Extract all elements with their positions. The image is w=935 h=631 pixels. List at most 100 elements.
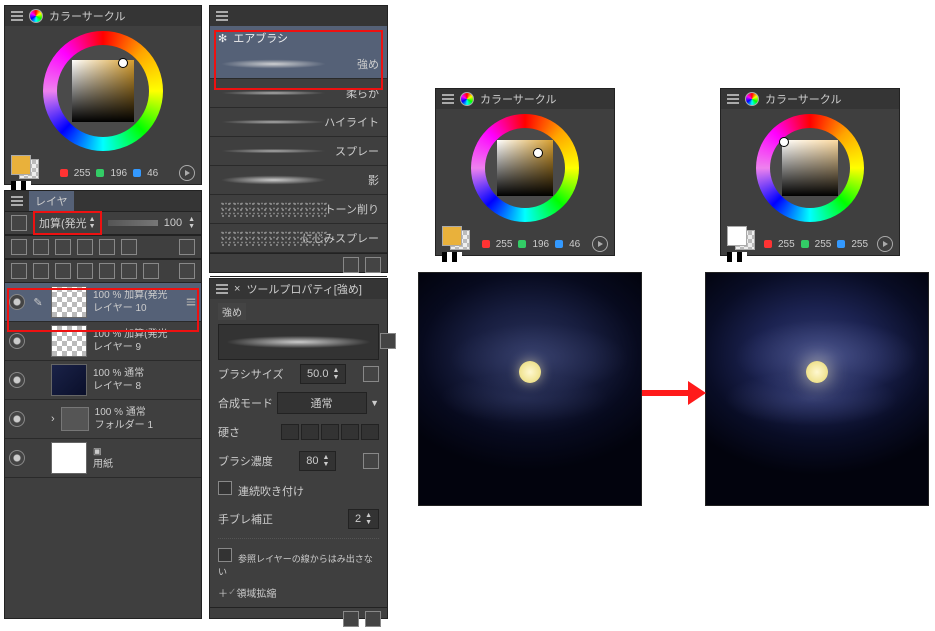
trash-icon[interactable] [179, 263, 195, 279]
prop-spray[interactable]: 連続吹き付け [210, 476, 387, 505]
opacity-slider[interactable] [108, 220, 158, 226]
checkbox[interactable] [218, 481, 232, 495]
visibility-icon[interactable] [9, 411, 25, 427]
preview-row: 強め [210, 299, 387, 324]
brush-label: スプレー [335, 143, 379, 159]
hue-wheel[interactable] [756, 114, 864, 222]
link-icon[interactable] [363, 453, 379, 469]
visibility-icon[interactable] [9, 450, 25, 466]
prop-label: ブラシサイズ [218, 366, 283, 382]
color-circle-icon [29, 9, 43, 23]
visibility-icon[interactable] [9, 372, 25, 388]
tool-icon[interactable] [99, 239, 115, 255]
play-icon[interactable] [179, 165, 195, 181]
menu-icon[interactable] [216, 284, 228, 294]
layer-thumb[interactable] [51, 442, 87, 474]
sv-square[interactable] [497, 140, 553, 196]
link-icon[interactable] [363, 366, 379, 382]
play-icon[interactable] [592, 236, 608, 252]
tool-icon[interactable] [55, 263, 71, 279]
checkbox[interactable] [218, 548, 232, 562]
brush-item-tone[interactable]: トーン削り [210, 195, 387, 224]
prop-area[interactable]: ＋ ✓ 領域拡縮 [210, 578, 387, 607]
new-layer-icon[interactable] [11, 263, 27, 279]
new-brush-icon[interactable] [343, 257, 359, 273]
prop-label: 参照レイヤーの線からはみ出さない [218, 554, 373, 577]
chevron-down-icon[interactable]: ▼ [370, 398, 379, 408]
sv-picker-icon[interactable] [118, 58, 128, 68]
layer-row[interactable]: › 100 % 通常フォルダー 1 [5, 400, 201, 439]
tool-icon[interactable] [55, 239, 71, 255]
tool-icon[interactable] [33, 239, 49, 255]
brush-label: トーン削り [325, 201, 379, 217]
panel-title: ツールプロパティ[強め] [246, 281, 361, 297]
hue-wheel[interactable] [471, 114, 579, 222]
blend-dropdown[interactable]: 通常 [277, 392, 367, 414]
layer-row[interactable]: ▣用紙 [5, 439, 201, 478]
brush-item-spray[interactable]: スプレー [210, 137, 387, 166]
layer-text: 100 % 通常レイヤー 8 [93, 367, 197, 393]
swatch-pair[interactable] [442, 226, 470, 250]
checker-strip [442, 252, 462, 262]
sv-picker-icon[interactable] [779, 137, 789, 147]
menu-brush-icon[interactable] [365, 257, 381, 273]
layers-tab[interactable]: レイヤ [29, 191, 74, 211]
panel-color-circle-2: カラーサークル 255 196 46 [435, 88, 615, 256]
mask-icon[interactable] [121, 263, 137, 279]
prop-label: 領域拡縮 [236, 585, 379, 600]
menu-icon[interactable] [11, 11, 23, 21]
prop-ref[interactable]: 参照レイヤーの線からはみ出さない [210, 549, 387, 578]
tool-icon[interactable] [179, 239, 195, 255]
density-input[interactable]: 80▲▼ [299, 451, 336, 471]
highlight-box [7, 288, 199, 332]
chevron-right-icon[interactable]: › [51, 413, 55, 425]
highlight-box [214, 30, 383, 90]
sv-square[interactable] [782, 140, 838, 196]
panel-title: カラーサークル [49, 8, 125, 24]
menu-icon[interactable] [442, 94, 454, 104]
blend-dropdown[interactable]: 加算(発光 ▲▼ [33, 211, 102, 235]
prop-label: 硬さ [218, 424, 240, 440]
panel-header: カラーサークル [721, 89, 899, 109]
visibility-icon[interactable] [9, 333, 25, 349]
reset-icon[interactable] [343, 611, 359, 627]
stabilize-input[interactable]: 2▲▼ [348, 509, 379, 529]
folder-icon[interactable] [61, 407, 89, 431]
menu-icon[interactable] [727, 94, 739, 104]
brush-item-shade[interactable]: 影 [210, 166, 387, 195]
sv-square[interactable] [72, 60, 134, 122]
brush-item-highlight[interactable]: ハイライト [210, 108, 387, 137]
brush-size-input[interactable]: 50.0▲▼ [300, 364, 346, 384]
sv-picker-icon[interactable] [533, 148, 543, 158]
tool-icon[interactable] [77, 239, 93, 255]
prop-brush-size: ブラシサイズ 50.0▲▼ [210, 360, 387, 389]
layer-row[interactable]: 100 % 通常レイヤー 8 [5, 361, 201, 400]
menu-icon[interactable] [216, 11, 228, 21]
tool-icon[interactable] [77, 263, 93, 279]
menu-icon[interactable] [11, 196, 23, 206]
wrench-icon[interactable] [365, 611, 381, 627]
color-circle-icon [460, 92, 474, 106]
lock-icon[interactable] [380, 333, 396, 349]
layer-text: 100 % 通常フォルダー 1 [95, 406, 197, 432]
tool-icon[interactable] [11, 239, 27, 255]
plus-icon[interactable]: ＋ [218, 585, 228, 600]
tool-icon[interactable] [121, 239, 137, 255]
close-icon[interactable]: × [234, 283, 240, 295]
panel-header: × ツールプロパティ[強め] [210, 279, 387, 299]
swatch-pair[interactable] [11, 155, 39, 179]
layer-thumb[interactable] [51, 364, 87, 396]
hue-wheel[interactable] [43, 31, 163, 151]
swatch-pair[interactable] [727, 226, 755, 250]
new-folder-icon[interactable] [33, 263, 49, 279]
panel-header: レイヤ [5, 191, 201, 211]
play-icon[interactable] [877, 236, 893, 252]
brush-item-nijimi[interactable]: にじみスプレー [210, 224, 387, 253]
hardness-selector[interactable] [281, 424, 379, 440]
blend-label: 加算(発光 [39, 215, 87, 231]
tool-icon[interactable] [99, 263, 115, 279]
stepper-icon[interactable]: ▲▼ [89, 216, 96, 230]
stepper-icon[interactable]: ▲▼ [188, 216, 195, 230]
layer-toggle-icon[interactable] [11, 215, 27, 231]
tool-icon[interactable] [143, 263, 159, 279]
